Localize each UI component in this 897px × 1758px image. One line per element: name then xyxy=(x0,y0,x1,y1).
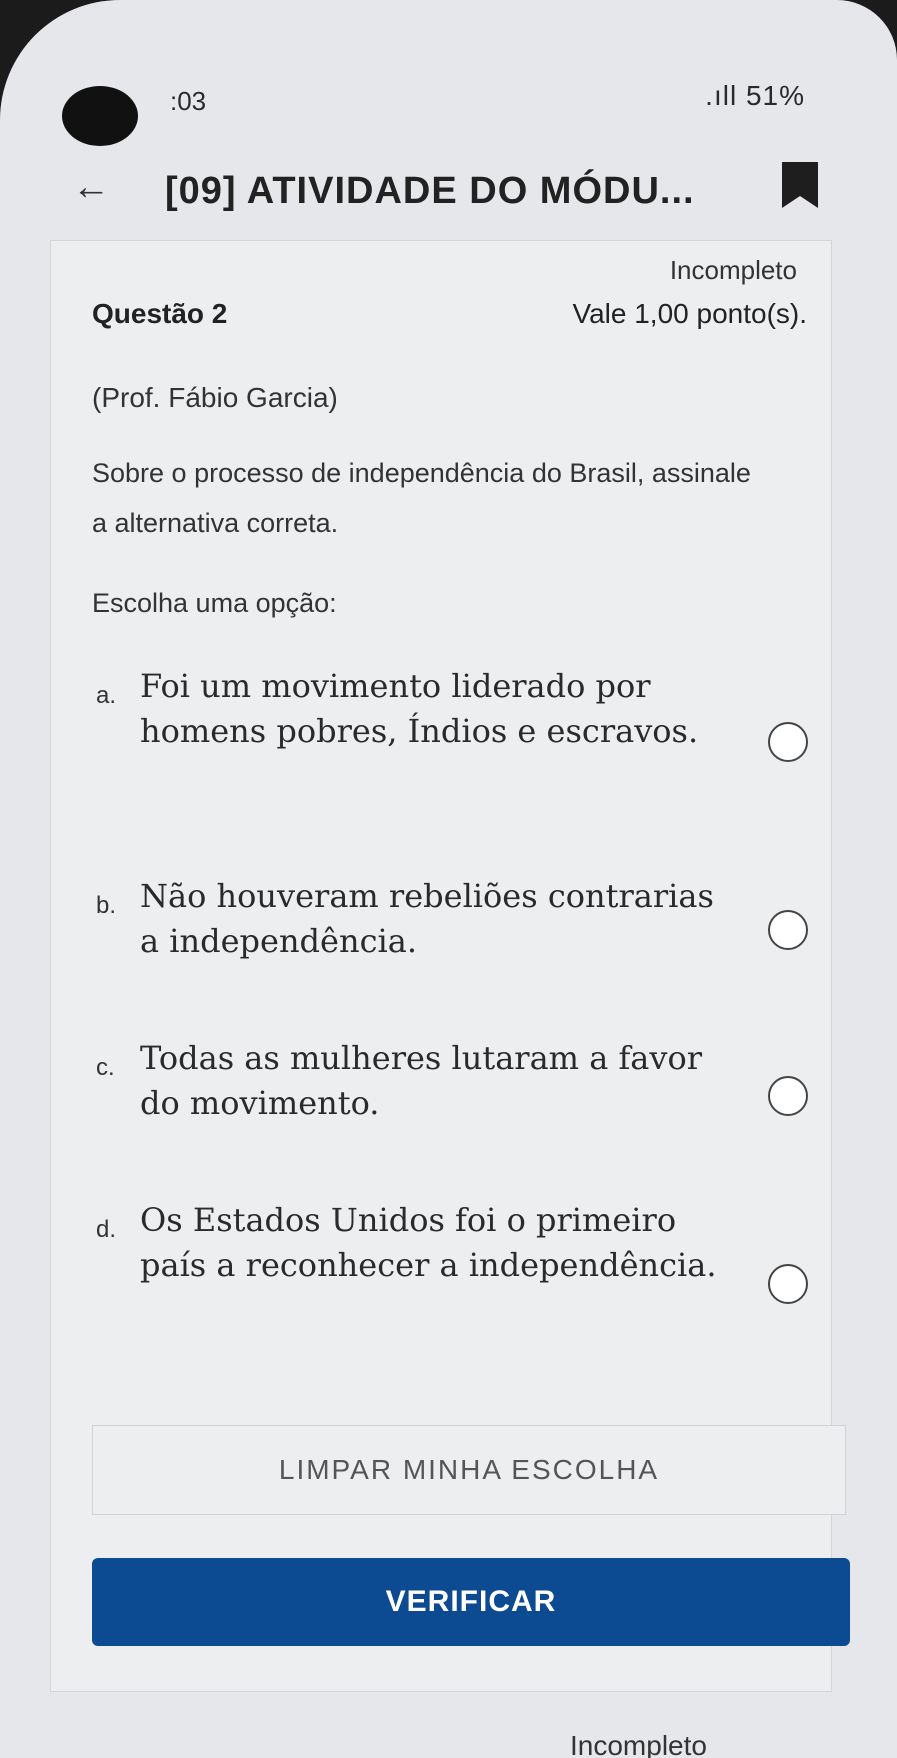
option-d-radio[interactable] xyxy=(768,1264,808,1304)
status-bar: :03 .ıll 51% xyxy=(0,70,897,118)
option-text: Foi um movimento liderado por homens pob… xyxy=(140,667,699,750)
option-text: Todas as mulheres lutaram a favor do mov… xyxy=(140,1039,702,1122)
verify-button[interactable]: VERIFICAR xyxy=(92,1558,850,1646)
option-letter: b. xyxy=(96,892,117,919)
status-signal-battery: .ıll 51% xyxy=(705,80,805,111)
question-status: Incompleto xyxy=(669,255,797,285)
option-b-radio[interactable] xyxy=(768,910,808,950)
option-a-radio[interactable] xyxy=(768,722,808,762)
bookmark-icon[interactable] xyxy=(780,162,820,210)
option-c-radio[interactable] xyxy=(768,1076,808,1116)
option-letter: d. xyxy=(96,1216,117,1243)
option-text: Os Estados Unidos foi o primeiro país a … xyxy=(140,1201,717,1284)
choose-label: Escolha uma opção: xyxy=(92,588,337,618)
page-title: [09] ATIVIDADE DO MÓDU... xyxy=(165,170,695,212)
back-arrow-icon[interactable]: ← xyxy=(72,166,110,209)
question-points: Vale 1,00 ponto(s). xyxy=(572,298,807,329)
option-text: Não houveram rebeliões contrarias a inde… xyxy=(140,877,714,960)
app-bar: ← [09] ATIVIDADE DO MÓDU... xyxy=(0,150,897,230)
question-number: Questão 2 xyxy=(92,298,228,329)
next-question-status: Incompleto xyxy=(570,1730,707,1758)
status-time: :03 xyxy=(170,86,207,116)
clear-choice-button[interactable]: LIMPAR MINHA ESCOLHA xyxy=(92,1425,846,1515)
option-letter: a. xyxy=(96,682,117,709)
question-prompt: Sobre o processo de independência do Bra… xyxy=(92,458,751,538)
question-author: (Prof. Fábio Garcia) xyxy=(92,382,338,413)
phone-screen: :03 .ıll 51% ← [09] ATIVIDADE DO MÓDU...… xyxy=(0,0,897,1758)
option-letter: c. xyxy=(96,1054,115,1081)
